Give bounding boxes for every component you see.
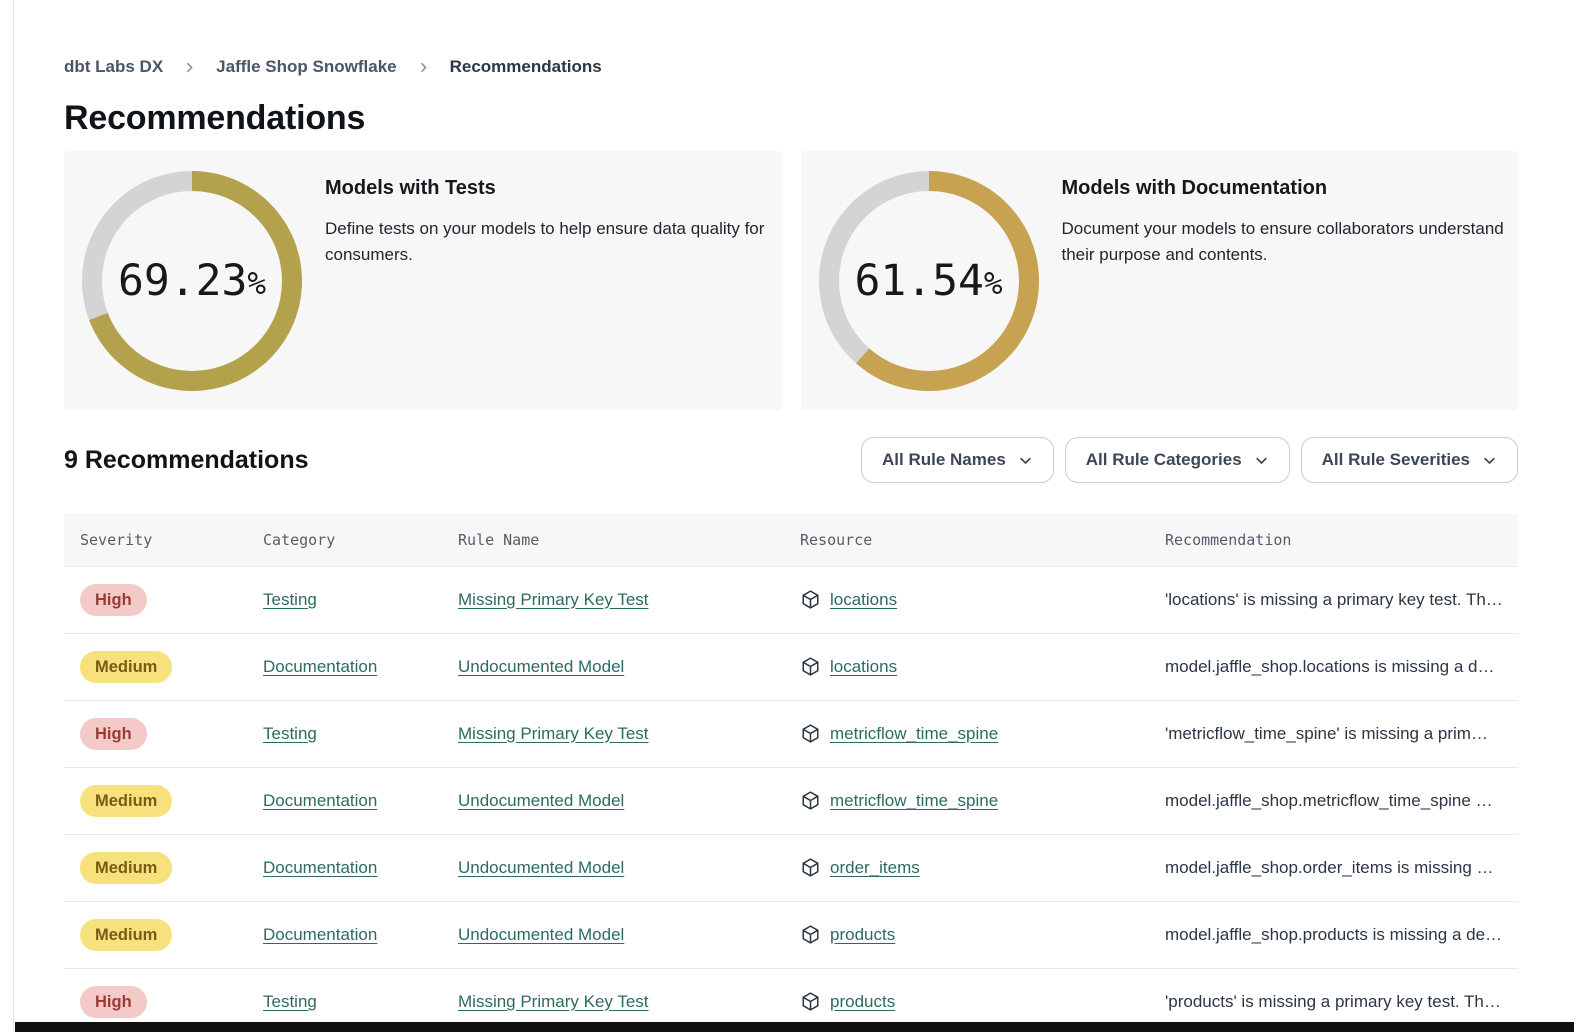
severity-badge: High	[80, 718, 147, 750]
severity-badge: High	[80, 986, 147, 1018]
table-row: Medium Documentation Undocumented Model …	[64, 901, 1518, 968]
severity-badge: High	[80, 584, 147, 616]
category-link[interactable]: Testing	[263, 724, 317, 743]
table-row: Medium Documentation Undocumented Model …	[64, 767, 1518, 834]
chevron-down-icon	[1018, 453, 1033, 468]
tests-donut-chart: 69.23%	[82, 171, 302, 391]
chevron-down-icon	[1254, 453, 1269, 468]
category-link[interactable]: Documentation	[263, 791, 377, 810]
cube-icon	[800, 857, 821, 878]
docs-card-title: Models with Documentation	[1062, 177, 1517, 200]
docs-card-description: Document your models to ensure collabora…	[1062, 216, 1517, 268]
page-title: Recommendations	[64, 99, 1518, 138]
severity-badge: Medium	[80, 852, 172, 884]
table-body: High Testing Missing Primary Key Test lo…	[64, 566, 1518, 1035]
severity-badge: Medium	[80, 651, 172, 683]
column-header-category: Category	[263, 514, 458, 566]
resource-link[interactable]: metricflow_time_spine	[830, 724, 998, 744]
recommendations-table: Severity Category Rule Name Resource Rec…	[64, 514, 1518, 1035]
chevron-right-icon	[417, 61, 430, 74]
bottom-bar	[15, 1022, 1574, 1032]
cube-icon	[800, 723, 821, 744]
rule-name-link[interactable]: Undocumented Model	[458, 657, 624, 676]
breadcrumb: dbt Labs DX Jaffle Shop Snowflake Recomm…	[64, 57, 1518, 77]
rule-severities-filter[interactable]: All Rule Severities	[1301, 437, 1518, 483]
resource-link[interactable]: products	[830, 992, 895, 1012]
table-row: High Testing Missing Primary Key Test me…	[64, 700, 1518, 767]
left-rail	[0, 0, 14, 1032]
resource-link[interactable]: order_items	[830, 858, 920, 878]
tests-card-description: Define tests on your models to help ensu…	[325, 216, 780, 268]
recommendation-text: model.jaffle_shop.metricflow_time_spine …	[1165, 767, 1518, 834]
resource-link[interactable]: locations	[830, 590, 897, 610]
metric-cards: 69.23% Models with Tests Define tests on…	[64, 151, 1518, 410]
recommendation-text: model.jaffle_shop.locations is missing a…	[1165, 633, 1518, 700]
filter-bar: All Rule Names All Rule Categories All R…	[861, 437, 1518, 483]
rule-name-link[interactable]: Undocumented Model	[458, 791, 624, 810]
tests-donut-percent: 69.23%	[82, 171, 302, 391]
docs-donut-percent: 61.54%	[819, 171, 1039, 391]
cube-icon	[800, 589, 821, 610]
category-link[interactable]: Testing	[263, 992, 317, 1011]
tests-card-text: Models with Tests Define tests on your m…	[325, 177, 780, 268]
category-link[interactable]: Documentation	[263, 925, 377, 944]
resource-link[interactable]: locations	[830, 657, 897, 677]
severity-badge: Medium	[80, 919, 172, 951]
recommendation-text: 'locations' is missing a primary key tes…	[1165, 566, 1518, 633]
rule-name-link[interactable]: Missing Primary Key Test	[458, 590, 649, 609]
table-row: Medium Documentation Undocumented Model …	[64, 834, 1518, 901]
rule-names-filter[interactable]: All Rule Names	[861, 437, 1054, 483]
table-header-row: Severity Category Rule Name Resource Rec…	[64, 514, 1518, 566]
chevron-down-icon	[1482, 453, 1497, 468]
breadcrumb-item-current: Recommendations	[450, 57, 602, 77]
cube-icon	[800, 924, 821, 945]
metric-card-tests: 69.23% Models with Tests Define tests on…	[64, 151, 782, 410]
cube-icon	[800, 991, 821, 1012]
recommendation-text: model.jaffle_shop.order_items is missing…	[1165, 834, 1518, 901]
table-row: Medium Documentation Undocumented Model …	[64, 633, 1518, 700]
docs-donut-chart: 61.54%	[819, 171, 1039, 391]
chevron-right-icon	[183, 61, 196, 74]
column-header-resource: Resource	[800, 514, 1165, 566]
breadcrumb-item-account[interactable]: dbt Labs DX	[64, 57, 163, 77]
rule-name-link[interactable]: Undocumented Model	[458, 858, 624, 877]
main-content: dbt Labs DX Jaffle Shop Snowflake Recomm…	[15, 0, 1578, 1032]
category-link[interactable]: Testing	[263, 590, 317, 609]
metric-card-documentation: 61.54% Models with Documentation Documen…	[801, 151, 1519, 410]
docs-card-text: Models with Documentation Document your …	[1062, 177, 1517, 268]
recommendation-text: 'metricflow_time_spine' is missing a pri…	[1165, 700, 1518, 767]
severity-badge: Medium	[80, 785, 172, 817]
column-header-rule-name: Rule Name	[458, 514, 800, 566]
category-link[interactable]: Documentation	[263, 858, 377, 877]
table-row: High Testing Missing Primary Key Test lo…	[64, 566, 1518, 633]
rule-name-link[interactable]: Undocumented Model	[458, 925, 624, 944]
recommendations-count: 9 Recommendations	[64, 446, 309, 475]
column-header-recommendation: Recommendation	[1165, 514, 1518, 566]
tests-card-title: Models with Tests	[325, 177, 780, 200]
breadcrumb-item-project[interactable]: Jaffle Shop Snowflake	[216, 57, 396, 77]
cube-icon	[800, 656, 821, 677]
cube-icon	[800, 790, 821, 811]
recommendation-text: model.jaffle_shop.products is missing a …	[1165, 901, 1518, 968]
rule-name-link[interactable]: Missing Primary Key Test	[458, 992, 649, 1011]
resource-link[interactable]: metricflow_time_spine	[830, 791, 998, 811]
category-link[interactable]: Documentation	[263, 657, 377, 676]
resource-link[interactable]: products	[830, 925, 895, 945]
list-header: 9 Recommendations All Rule Names All Rul…	[64, 437, 1518, 483]
rule-categories-filter[interactable]: All Rule Categories	[1065, 437, 1290, 483]
column-header-severity: Severity	[64, 514, 263, 566]
rule-name-link[interactable]: Missing Primary Key Test	[458, 724, 649, 743]
